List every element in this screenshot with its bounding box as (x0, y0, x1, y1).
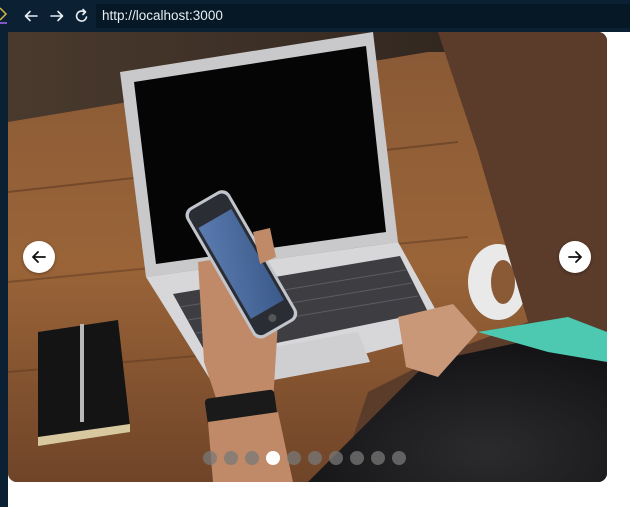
previous-slide-button[interactable] (23, 241, 55, 273)
slide-dot[interactable] (245, 451, 259, 465)
slide-dot[interactable] (287, 451, 301, 465)
reload-button[interactable] (71, 5, 93, 27)
slide-dot[interactable] (329, 451, 343, 465)
browser-toolbar: http://localhost:3000 (0, 0, 630, 32)
slide-dot[interactable] (392, 451, 406, 465)
arrow-right-icon (568, 251, 582, 263)
forward-arrow-icon (50, 10, 64, 22)
slide-dot[interactable] (266, 451, 280, 465)
next-slide-button[interactable] (559, 241, 591, 273)
slide-indicators (203, 451, 406, 465)
slide-dot[interactable] (308, 451, 322, 465)
editor-side-strip (0, 32, 8, 507)
address-bar[interactable]: http://localhost:3000 (96, 4, 630, 28)
slide-dot[interactable] (350, 451, 364, 465)
arrow-left-icon (32, 251, 46, 263)
slide-dot[interactable] (224, 451, 238, 465)
devtools-edge-icon (0, 7, 8, 24)
back-button[interactable] (20, 5, 42, 27)
image-carousel (8, 32, 607, 482)
forward-button[interactable] (46, 5, 68, 27)
slide-dot[interactable] (203, 451, 217, 465)
slide-dot[interactable] (371, 451, 385, 465)
back-arrow-icon (24, 10, 38, 22)
slide-image (8, 32, 607, 482)
reload-icon (75, 8, 88, 22)
